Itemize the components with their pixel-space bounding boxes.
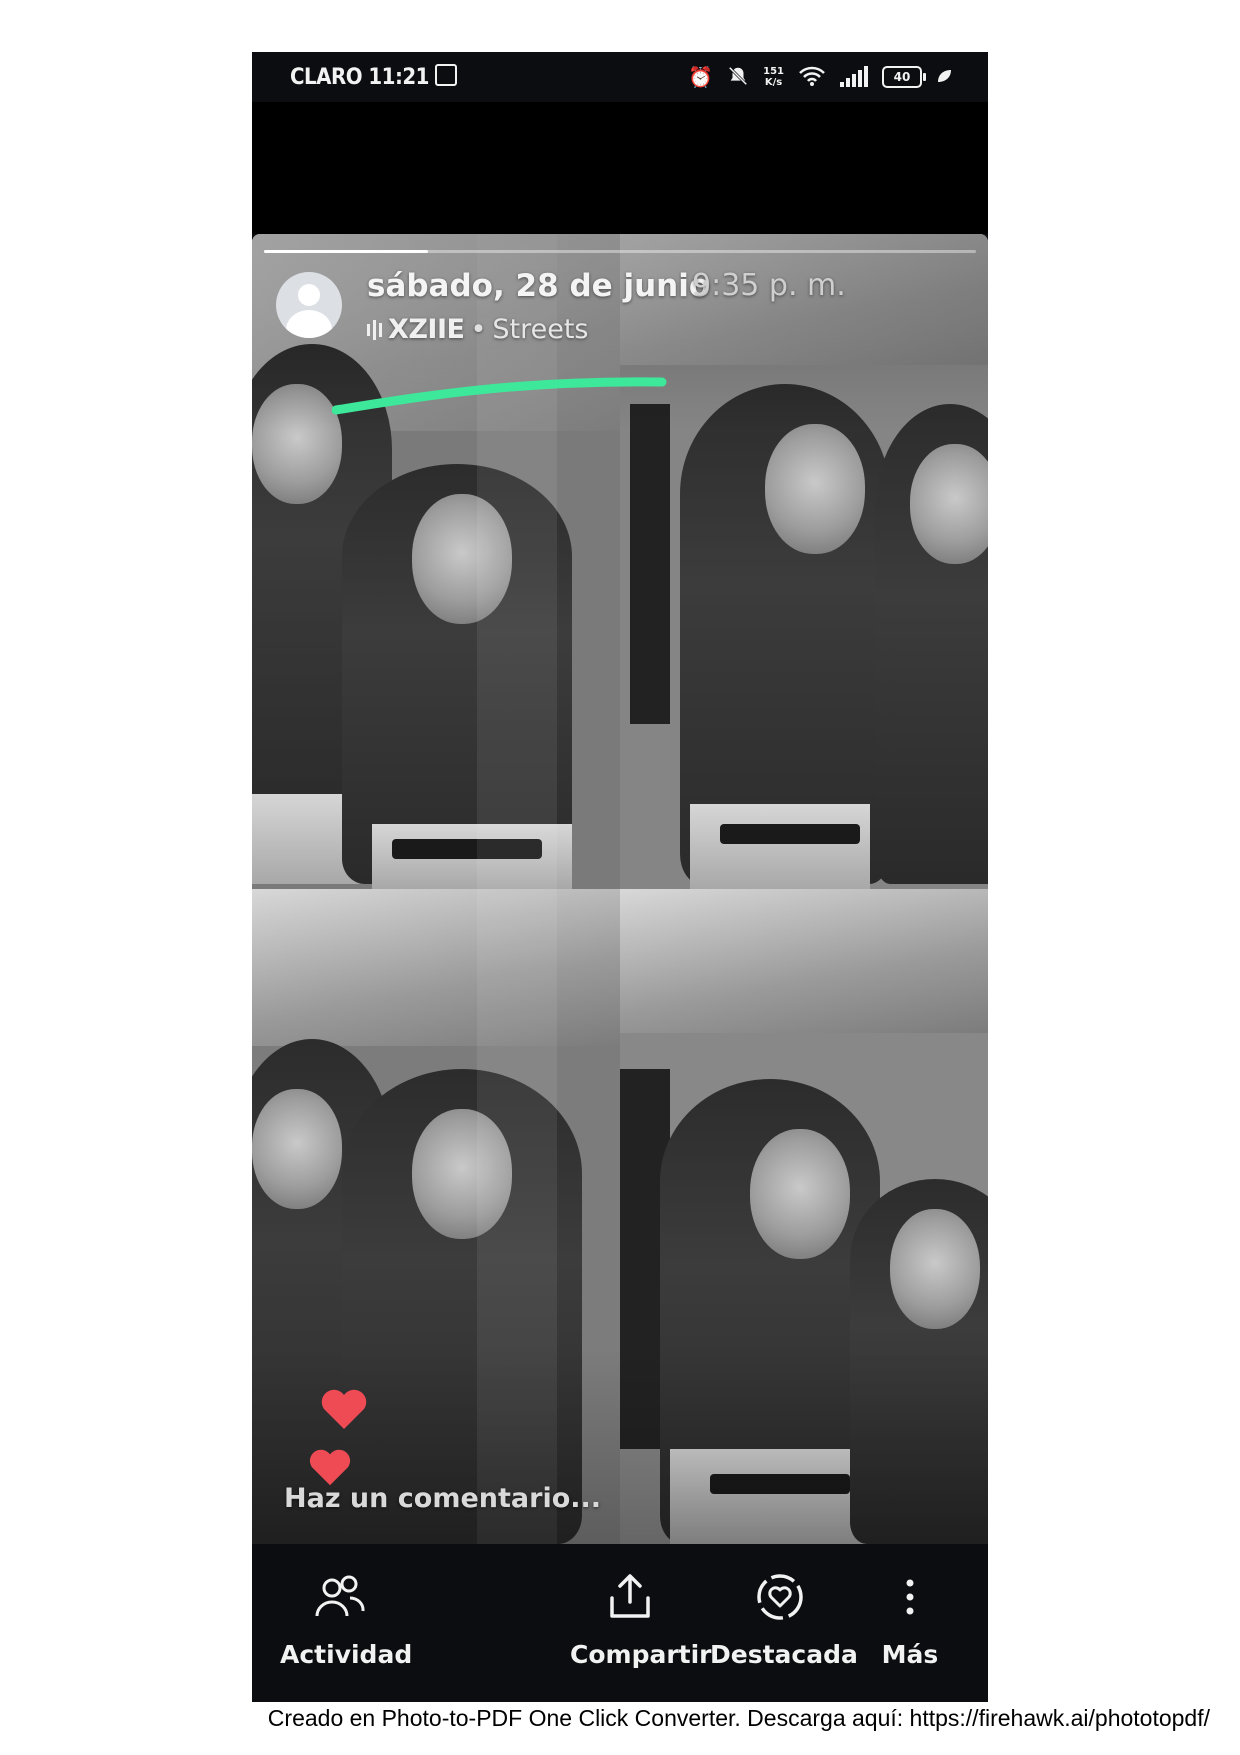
music-artist: XZIIE (388, 314, 465, 345)
share-button[interactable]: Compartir (570, 1566, 712, 1669)
mute-icon (727, 65, 749, 90)
activity-button[interactable]: Actividad (280, 1566, 413, 1669)
more-label: Más (881, 1640, 939, 1669)
alarm-icon: ⏰ (688, 65, 714, 89)
story-progress-bar (264, 250, 976, 253)
battery-icon: 40 (882, 66, 926, 88)
net-speed-unit: K/s (764, 77, 783, 88)
highlight-button[interactable]: Destacada (710, 1566, 858, 1669)
share-label: Compartir (570, 1640, 712, 1669)
share-icon (570, 1566, 690, 1628)
net-speed: 151 K/s (763, 66, 784, 88)
more-vertical-icon (870, 1566, 950, 1628)
music-song: Streets (492, 314, 589, 345)
story-date: sábado, 28 de junio (367, 268, 711, 304)
status-bar: CLARO 11:21 ⏰ 151 K/s 40 (252, 52, 988, 102)
music-separator: • (470, 314, 487, 345)
signal-icon (840, 66, 868, 87)
top-black-band (252, 102, 988, 234)
net-speed-value: 151 (763, 66, 784, 77)
music-sticker[interactable]: XZIIE • Streets (367, 314, 588, 345)
wifi-icon (798, 65, 826, 90)
comment-input[interactable]: Haz un comentario... (284, 1479, 784, 1519)
more-button[interactable]: Más (870, 1566, 950, 1669)
story-viewer[interactable]: sábado, 28 de junio 9:35 p. m. XZIIE • S… (252, 234, 988, 1544)
carrier-time-text: CLARO 11:21 (290, 65, 429, 90)
highlighter-stroke (332, 377, 667, 415)
heart-icon (321, 1389, 367, 1429)
story-progress-fill (264, 250, 428, 253)
carrier-time: CLARO 11:21 (290, 64, 457, 90)
status-icons: ⏰ 151 K/s 40 (688, 62, 952, 92)
avatar[interactable] (276, 272, 342, 338)
battery-level: 40 (893, 70, 911, 84)
leaf-icon (936, 67, 952, 87)
converter-watermark: Creado en Photo-to-PDF One Click Convert… (267, 1705, 1210, 1731)
phone-screen: CLARO 11:21 ⏰ 151 K/s 40 sábado, 28 de j… (252, 52, 988, 1702)
highlight-heart-icon (710, 1566, 850, 1628)
sim-icon (434, 64, 457, 86)
highlight-label: Destacada (710, 1640, 858, 1669)
activity-label: Actividad (280, 1640, 413, 1669)
people-icon (280, 1566, 400, 1628)
music-bars-icon (367, 319, 382, 340)
bottom-action-bar: Actividad Compartir Destacada Más (252, 1544, 988, 1702)
story-time: 9:35 p. m. (692, 268, 846, 303)
